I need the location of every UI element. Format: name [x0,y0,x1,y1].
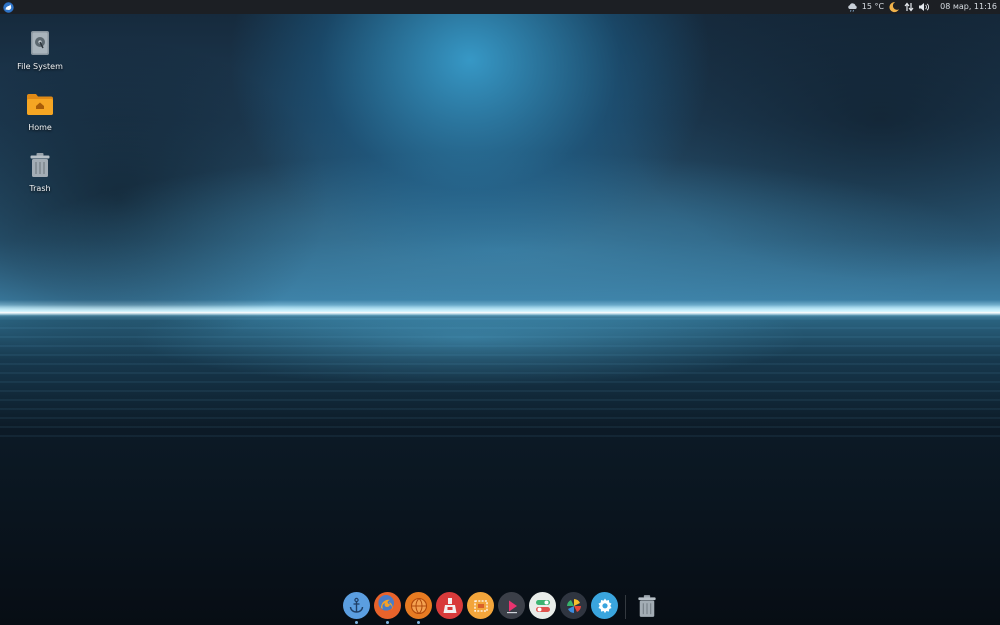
dock-item-media-player[interactable] [498,590,525,625]
home-folder-icon [25,89,55,119]
toggle-icon [529,592,556,619]
dock [343,590,660,625]
desktop-icon-label: File System [17,62,63,71]
orange-globe-icon [405,592,432,619]
desktop-icon-trash[interactable]: Trash [10,150,70,193]
file-system-icon [25,28,55,58]
desktop-icon-file-system[interactable]: File System [10,28,70,71]
cloud-rain-icon[interactable] [847,0,858,14]
speaker-icon[interactable] [918,0,930,14]
network-updown-icon[interactable] [904,0,914,14]
desktop-icon-home[interactable]: Home [10,89,70,132]
wallpaper-sea [0,318,1000,438]
firefox-icon [374,592,401,619]
dock-item-firefox[interactable] [374,590,401,625]
anchor-icon [343,592,370,619]
wallpaper-horizon [0,305,1000,319]
dock-item-browser[interactable] [405,590,432,625]
play-icon [498,592,525,619]
dock-item-image-viewer[interactable] [560,590,587,625]
running-indicator [417,621,420,624]
gear-icon [591,592,618,619]
dock-item-trash[interactable] [633,590,660,625]
package-icon [436,592,463,619]
desktop-icon-label: Trash [29,184,51,193]
dock-separator [625,595,626,619]
system-tray: 15 °C 08 мар, 11:16 [847,0,1000,14]
trash-icon [633,592,660,619]
top-panel: 15 °C 08 мар, 11:16 [0,0,1000,14]
running-indicator [355,621,358,624]
dock-item-software-installer[interactable] [436,590,463,625]
trash-icon [25,150,55,180]
dock-item-system-settings[interactable] [591,590,618,625]
running-indicator [386,621,389,624]
desktop[interactable]: 15 °C 08 мар, 11:16 File System Home Tra… [0,0,1000,625]
temperature-label[interactable]: 15 °C [862,0,884,14]
moon-icon[interactable] [888,0,900,14]
clock[interactable]: 08 мар, 11:16 [940,0,997,14]
dock-item-screenshot[interactable] [467,590,494,625]
dock-item-anchor[interactable] [343,590,370,625]
xfce-menu-icon[interactable] [1,0,15,14]
desktop-icon-label: Home [28,123,52,132]
pinwheel-icon [560,592,587,619]
screenshot-icon [467,592,494,619]
dock-item-settings-toggle[interactable] [529,590,556,625]
